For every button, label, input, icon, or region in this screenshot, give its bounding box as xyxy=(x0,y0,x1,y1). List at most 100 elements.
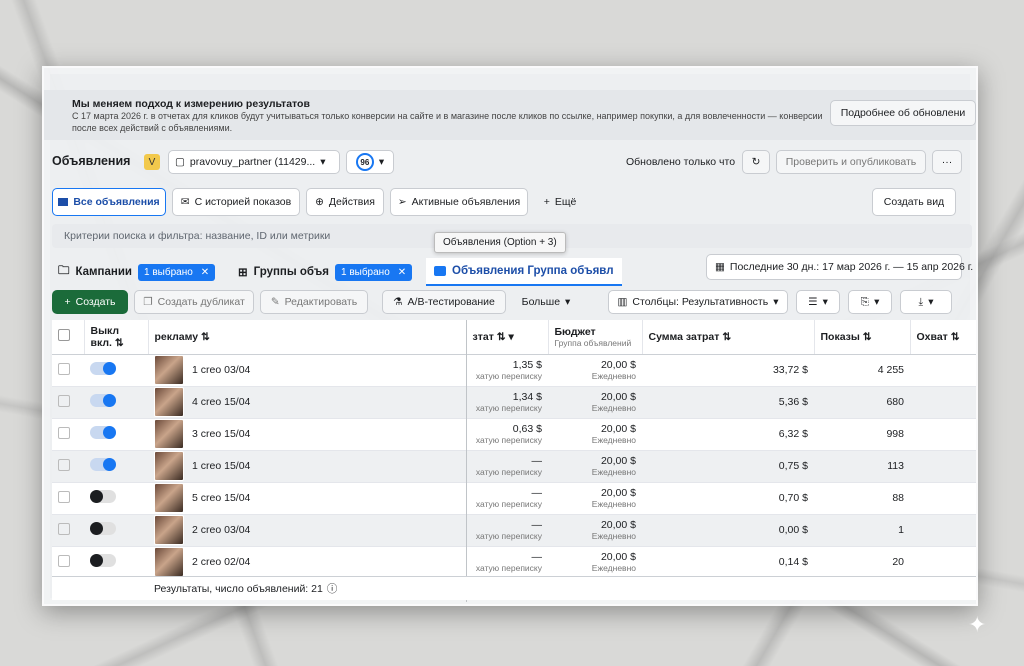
sort-icon[interactable]: ⇅ xyxy=(201,331,210,343)
budget-value: 20,00 $ xyxy=(600,519,636,531)
ad-name-cell[interactable]: 3 creo 15/04 xyxy=(148,418,466,451)
ad-name[interactable]: 2 creo 03/04 xyxy=(192,524,250,536)
ad-name-cell[interactable]: 4 creo 15/04 xyxy=(148,386,466,419)
duplicate-button[interactable]: ❐ Создать дубликат xyxy=(134,290,254,314)
table-row[interactable]: 1 creo 15/04— хатую переписку 20,00 $ Ежедн… xyxy=(52,450,976,483)
select-all-checkbox[interactable] xyxy=(52,320,85,355)
tab-ads[interactable]: Объявления Группа объявл xyxy=(426,258,622,286)
ab-test-button[interactable]: ⚗ A/B-тестирование xyxy=(382,290,506,314)
budget-cell[interactable]: 20,00 $ Ежедневно xyxy=(548,354,642,387)
column-header-budget[interactable]: Бюджет Группа объявлений xyxy=(548,320,643,355)
toggle-switch[interactable] xyxy=(90,554,116,567)
table-row[interactable]: 3 creo 15/04 0,63 $ хатую переписку 20,00 $… xyxy=(52,418,976,451)
ad-name[interactable]: 1 creo 15/04 xyxy=(192,460,250,472)
selection-chip[interactable]: 1 выбрано ✕ xyxy=(138,263,216,281)
sort-icon[interactable]: ⇅ xyxy=(951,331,960,343)
close-icon[interactable]: ✕ xyxy=(398,267,406,278)
ad-name-cell[interactable]: 1 creo 03/04 xyxy=(148,354,466,387)
column-header-result[interactable]: зтат ⇅ ▾ xyxy=(466,320,549,355)
budget-cell[interactable]: 20,00 $ Ежедневно xyxy=(548,482,642,515)
result-value: — xyxy=(531,519,543,531)
status-toggle[interactable] xyxy=(84,450,148,483)
column-header-name[interactable]: рекламу ⇅ xyxy=(148,320,467,355)
ad-name[interactable]: 2 creo 02/04 xyxy=(192,556,250,568)
row-checkbox[interactable] xyxy=(52,450,84,483)
status-toggle[interactable] xyxy=(84,482,148,515)
more-button[interactable]: Больше ▾ xyxy=(512,290,580,314)
result-sublabel: хатую переписку xyxy=(475,403,542,413)
status-toggle[interactable] xyxy=(84,418,148,451)
table-row[interactable]: 2 creo 02/04— хатую переписку 20,00 $ Ежедн… xyxy=(52,546,976,579)
learn-more-button[interactable]: Подробнее об обновлени xyxy=(830,100,976,126)
table-row[interactable]: 1 creo 03/04 1,35 $ хатую переписку 20,00 $… xyxy=(52,354,976,387)
table-row[interactable]: 4 creo 15/04 1,34 $ хатую переписку 20,00 $… xyxy=(52,386,976,419)
row-checkbox[interactable] xyxy=(52,546,84,579)
ad-name[interactable]: 4 creo 15/04 xyxy=(192,396,250,408)
tab-all-ads[interactable]: Все объявления xyxy=(52,188,166,216)
column-header-spend[interactable]: Сумма затрат ⇅ xyxy=(642,320,815,355)
row-checkbox[interactable] xyxy=(52,514,84,547)
status-toggle[interactable] xyxy=(84,514,148,547)
status-toggle[interactable] xyxy=(84,386,148,419)
row-checkbox[interactable] xyxy=(52,354,84,387)
sort-icon[interactable]: ⇅ xyxy=(115,337,124,349)
table-row[interactable]: 5 creo 15/04— хатую переписку 20,00 $ Ежедн… xyxy=(52,482,976,515)
result-sublabel: хатую переписку xyxy=(475,435,542,445)
row-checkbox[interactable] xyxy=(52,482,84,515)
row-checkbox[interactable] xyxy=(52,386,84,419)
row-checkbox[interactable] xyxy=(52,418,84,451)
tab-with-impressions[interactable]: ✉ С историей показов xyxy=(172,188,300,216)
toggle-switch[interactable] xyxy=(90,522,116,535)
close-icon[interactable]: ✕ xyxy=(201,267,209,278)
sort-icon[interactable]: ⇅ xyxy=(722,331,731,343)
budget-cell[interactable]: 20,00 $ Ежедневно xyxy=(548,546,642,579)
create-view-button[interactable]: Создать вид xyxy=(872,188,956,216)
publish-button[interactable]: Проверить и опубликовать xyxy=(776,150,926,174)
sort-icon[interactable]: ⇅ xyxy=(863,331,872,343)
ad-name-cell[interactable]: 1 creo 15/04 xyxy=(148,450,466,483)
columns-selector[interactable]: ▥ Столбцы: Результативность ▾ xyxy=(608,290,788,314)
budget-cell[interactable]: 20,00 $ Ежедневно xyxy=(548,418,642,451)
toggle-switch[interactable] xyxy=(90,458,116,471)
tab-adsets[interactable]: ⊞ Группы объя 1 выбрано ✕ xyxy=(238,258,413,286)
sort-icon[interactable]: ⇅ xyxy=(497,331,506,343)
toggle-switch[interactable] xyxy=(90,394,116,407)
reports-button[interactable]: ⎘ ▾ xyxy=(848,290,892,314)
date-range-picker[interactable]: ▦ Последние 30 дн.: 17 мар 2026 г. — 15 … xyxy=(706,254,973,280)
toggle-switch[interactable] xyxy=(90,426,116,439)
tab-actions[interactable]: ⊕ Действия xyxy=(306,188,384,216)
ad-name-cell[interactable]: 2 creo 02/04 xyxy=(148,546,466,579)
chevron-down-icon: ▾ xyxy=(378,156,385,168)
column-header-reach[interactable]: Охват ⇅ xyxy=(910,320,976,355)
caret-down-icon: ▾ xyxy=(874,296,880,308)
edit-button[interactable]: ✎ Редактировать xyxy=(260,290,368,314)
breakdown-button[interactable]: ☰ ▾ xyxy=(796,290,840,314)
budget-value: 20,00 $ xyxy=(600,487,636,499)
budget-cell[interactable]: 20,00 $ Ежедневно xyxy=(548,450,642,483)
status-toggle[interactable] xyxy=(84,546,148,579)
refresh-button[interactable]: ↻ xyxy=(742,150,770,174)
ad-name[interactable]: 1 creo 03/04 xyxy=(192,364,250,376)
column-header-toggle[interactable]: Выкл вкл. ⇅ xyxy=(84,320,149,355)
status-toggle[interactable] xyxy=(84,354,148,387)
account-selector[interactable]: ▢ pravovuy_partner (11429... ▾ xyxy=(168,150,340,174)
info-icon[interactable]: ⓘ xyxy=(327,581,338,596)
create-button[interactable]: + Создать xyxy=(52,290,128,314)
export-button[interactable]: ⤓ ▾ xyxy=(900,290,952,314)
budget-cell[interactable]: 20,00 $ Ежедневно xyxy=(548,514,642,547)
budget-cell[interactable]: 20,00 $ Ежедневно xyxy=(548,386,642,419)
tab-campaigns[interactable]: 🗀 Кампании 1 выбрано ✕ xyxy=(58,258,216,286)
ad-name-cell[interactable]: 2 creo 03/04 xyxy=(148,514,466,547)
ad-name[interactable]: 5 creo 15/04 xyxy=(192,492,250,504)
ad-name[interactable]: 3 creo 15/04 xyxy=(192,428,250,440)
selection-chip[interactable]: 1 выбрано ✕ xyxy=(334,263,413,281)
tab-more[interactable]: + Ещё xyxy=(534,188,586,216)
table-row[interactable]: 2 creo 03/04— хатую переписку 20,00 $ Ежедн… xyxy=(52,514,976,547)
column-header-impressions[interactable]: Показы ⇅ xyxy=(814,320,911,355)
score-selector[interactable]: 96 ▾ xyxy=(346,150,394,174)
toggle-switch[interactable] xyxy=(90,362,116,375)
more-options-button[interactable]: ··· xyxy=(932,150,962,174)
toggle-switch[interactable] xyxy=(90,490,116,503)
tab-active-ads[interactable]: ➢ Активные объявления xyxy=(390,188,528,216)
ad-name-cell[interactable]: 5 creo 15/04 xyxy=(148,482,466,515)
